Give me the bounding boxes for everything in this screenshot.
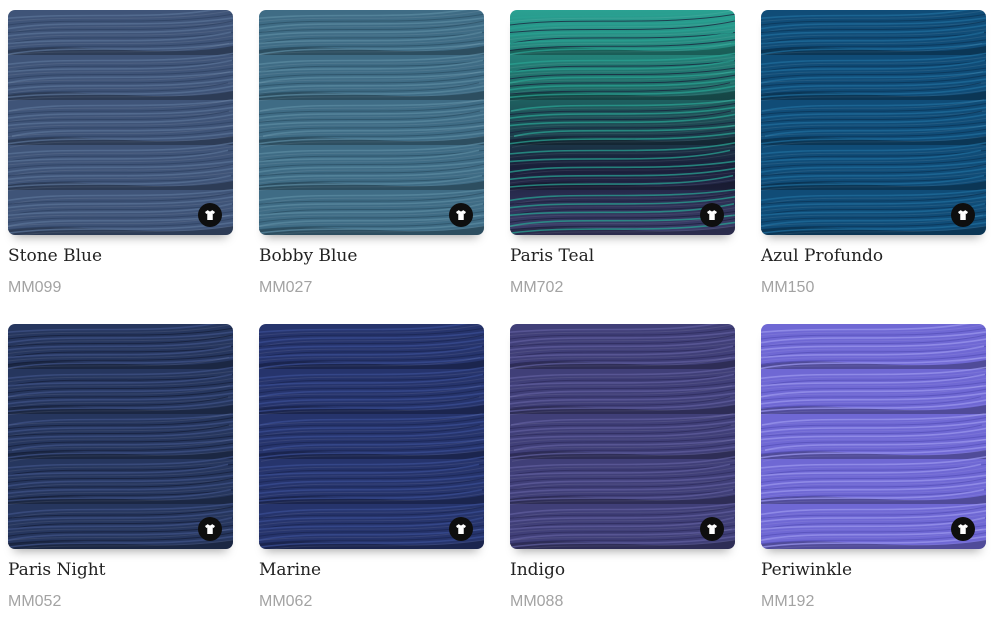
yarn-swatch-image[interactable] — [259, 10, 484, 235]
shirt-icon[interactable] — [700, 517, 724, 541]
color-card[interactable]: Periwinkle MM192 — [761, 324, 986, 638]
yarn-swatch-image[interactable] — [510, 324, 735, 549]
shirt-icon[interactable] — [198, 517, 222, 541]
color-name[interactable]: Marine — [259, 560, 321, 580]
color-name[interactable]: Bobby Blue — [259, 246, 357, 266]
yarn-swatch-image[interactable] — [510, 10, 735, 235]
color-card[interactable]: Paris Night MM052 — [8, 324, 233, 638]
yarn-swatch-image[interactable] — [259, 324, 484, 549]
shirt-icon[interactable] — [449, 517, 473, 541]
shirt-icon[interactable] — [449, 203, 473, 227]
color-card[interactable]: Indigo MM088 — [510, 324, 735, 638]
color-code: MM702 — [510, 279, 564, 296]
color-card[interactable]: Paris Teal MM702 — [510, 10, 735, 324]
yarn-swatch-image[interactable] — [8, 324, 233, 549]
yarn-swatch-image[interactable] — [761, 324, 986, 549]
color-name[interactable]: Azul Profundo — [761, 246, 883, 266]
color-name[interactable]: Stone Blue — [8, 246, 102, 266]
shirt-icon[interactable] — [198, 203, 222, 227]
shirt-icon[interactable] — [700, 203, 724, 227]
shirt-icon[interactable] — [951, 517, 975, 541]
color-code: MM150 — [761, 279, 815, 296]
yarn-swatch-image[interactable] — [8, 10, 233, 235]
color-name[interactable]: Periwinkle — [761, 560, 852, 580]
color-name[interactable]: Paris Teal — [510, 246, 594, 266]
color-card[interactable]: Marine MM062 — [259, 324, 484, 638]
color-code: MM052 — [8, 593, 62, 610]
color-code: MM192 — [761, 593, 815, 610]
color-code: MM027 — [259, 279, 313, 296]
color-code: MM088 — [510, 593, 564, 610]
color-code: MM062 — [259, 593, 313, 610]
color-grid: Stone Blue MM099 Bobby Blue MM027 Paris … — [8, 10, 986, 638]
color-card[interactable]: Bobby Blue MM027 — [259, 10, 484, 324]
color-card[interactable]: Stone Blue MM099 — [8, 10, 233, 324]
color-name[interactable]: Indigo — [510, 560, 565, 580]
color-card[interactable]: Azul Profundo MM150 — [761, 10, 986, 324]
color-name[interactable]: Paris Night — [8, 560, 105, 580]
yarn-swatch-image[interactable] — [761, 10, 986, 235]
shirt-icon[interactable] — [951, 203, 975, 227]
color-code: MM099 — [8, 279, 62, 296]
